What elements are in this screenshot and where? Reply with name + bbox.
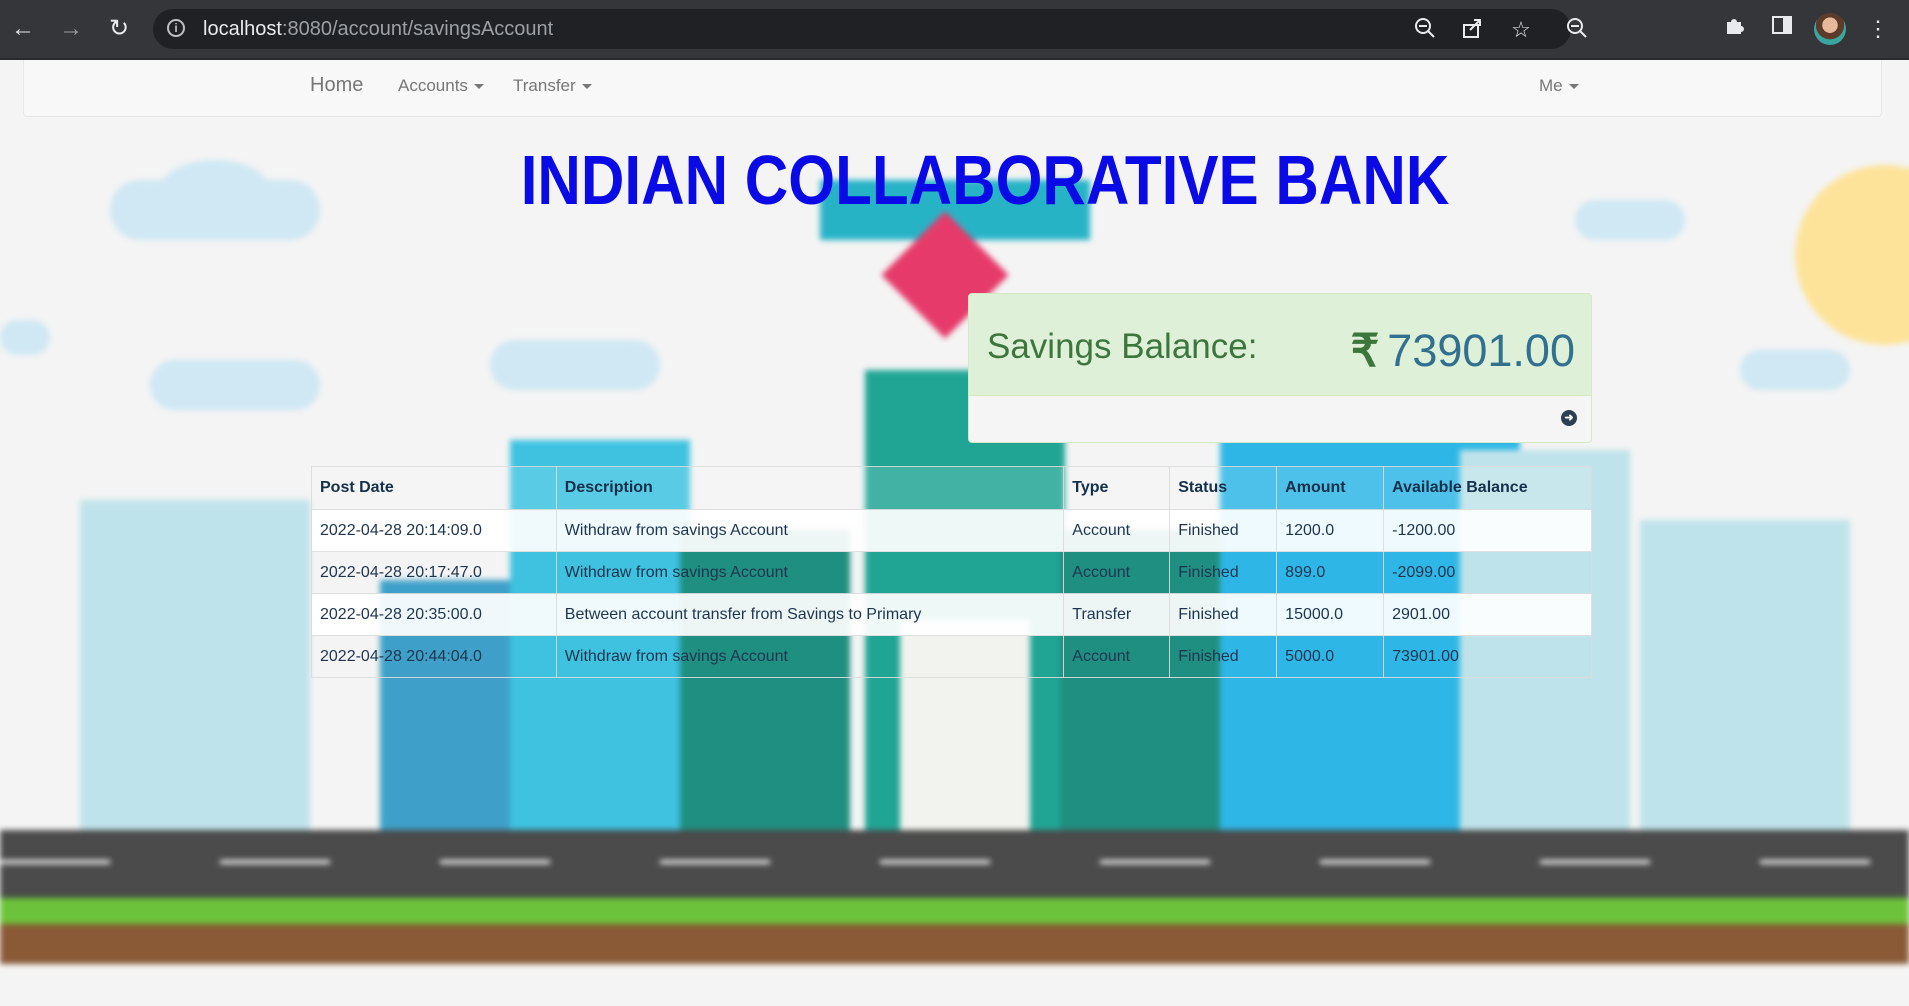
caret-down-icon xyxy=(473,84,484,90)
nav-home[interactable]: Home xyxy=(310,74,363,97)
balance-amount: ₹73901.00 xyxy=(1351,324,1575,377)
cell-post-date: 2022-04-28 20:17:47.0 xyxy=(311,551,557,594)
caret-down-icon xyxy=(1568,84,1579,90)
url-path: :8080/account/savingsAccount xyxy=(281,18,554,40)
cell-post-date: 2022-04-28 20:14:09.0 xyxy=(311,509,557,552)
cell-type: Account xyxy=(1063,635,1171,678)
back-icon[interactable]: ← xyxy=(8,14,38,44)
cell-available-balance: -2099.00 xyxy=(1383,551,1592,594)
cell-amount: 5000.0 xyxy=(1276,635,1385,678)
nav-transfer-dropdown[interactable]: Transfer xyxy=(513,76,592,96)
table-row: 2022-04-28 20:35:00.0 Between account tr… xyxy=(311,593,1592,636)
nav-me-label: Me xyxy=(1539,76,1563,95)
zoom-icon[interactable] xyxy=(1412,17,1438,43)
panel-footer: ➜ xyxy=(1561,410,1577,426)
balance-value: 73901.00 xyxy=(1387,325,1575,376)
column-header[interactable]: Amount xyxy=(1276,466,1385,510)
cell-available-balance: -1200.00 xyxy=(1383,509,1592,552)
share-icon[interactable] xyxy=(1460,17,1486,43)
cell-description: Withdraw from savings Account xyxy=(555,509,1065,552)
column-header[interactable]: Status xyxy=(1169,466,1278,510)
top-navbar: Home Accounts Transfer Me xyxy=(23,60,1882,117)
page-content: Home Accounts Transfer Me INDIAN COLLABO… xyxy=(0,60,1909,1006)
reload-icon[interactable]: ↻ xyxy=(104,14,134,44)
cell-status: Finished xyxy=(1169,635,1278,678)
column-header[interactable]: Available Balance xyxy=(1383,466,1592,510)
nav-accounts-dropdown[interactable]: Accounts xyxy=(398,76,484,96)
zoom-out-icon[interactable] xyxy=(1564,17,1590,43)
table-row: 2022-04-28 20:14:09.0 Withdraw from savi… xyxy=(311,509,1592,552)
nav-me-dropdown[interactable]: Me xyxy=(1539,76,1579,96)
profile-avatar[interactable] xyxy=(1814,13,1846,45)
forward-icon[interactable]: → xyxy=(56,14,86,44)
address-bar[interactable]: i localhost:8080/account/savingsAccount … xyxy=(153,9,1587,49)
site-info-icon[interactable]: i xyxy=(167,19,185,37)
currency-symbol: ₹ xyxy=(1350,325,1380,376)
circle-arrow-right-icon[interactable]: ➜ xyxy=(1561,410,1577,426)
cell-description: Withdraw from savings Account xyxy=(555,551,1065,594)
cell-description: Between account transfer from Savings to… xyxy=(555,593,1065,636)
cell-amount: 899.0 xyxy=(1276,551,1385,594)
cell-available-balance: 2901.00 xyxy=(1383,593,1592,636)
page-title: INDIAN COLLABORATIVE BANK xyxy=(520,141,1450,219)
browser-toolbar: ← → ↻ i localhost:8080/account/savingsAc… xyxy=(0,0,1909,60)
url-host: localhost xyxy=(203,18,282,40)
puzzle-icon[interactable] xyxy=(1718,13,1750,45)
url-text[interactable]: localhost:8080/account/savingsAccount xyxy=(203,18,553,41)
column-header[interactable]: Type xyxy=(1063,466,1171,510)
transactions-table: Post Date Description Type Status Amount… xyxy=(311,466,1592,678)
cell-available-balance: 73901.00 xyxy=(1383,635,1592,678)
side-panel-icon[interactable] xyxy=(1766,13,1798,45)
cell-type: Account xyxy=(1063,509,1171,552)
cell-post-date: 2022-04-28 20:35:00.0 xyxy=(311,593,557,636)
cell-description: Withdraw from savings Account xyxy=(555,635,1065,678)
nav-transfer-label: Transfer xyxy=(513,76,576,95)
cell-post-date: 2022-04-28 20:44:04.0 xyxy=(311,635,557,678)
cell-amount: 15000.0 xyxy=(1276,593,1385,636)
column-header[interactable]: Post Date xyxy=(311,466,557,510)
table-row: 2022-04-28 20:17:47.0 Withdraw from savi… xyxy=(311,551,1592,594)
kebab-menu-icon[interactable]: ⋮ xyxy=(1862,13,1894,45)
panel-heading: Savings Balance: ₹73901.00 xyxy=(969,294,1591,396)
caret-down-icon xyxy=(581,84,592,90)
column-header[interactable]: Description xyxy=(555,466,1065,510)
star-icon[interactable]: ☆ xyxy=(1508,17,1534,43)
table-row: 2022-04-28 20:44:04.0 Withdraw from savi… xyxy=(311,635,1592,678)
cell-status: Finished xyxy=(1169,509,1278,552)
balance-label: Savings Balance: xyxy=(987,327,1258,366)
savings-balance-panel: Savings Balance: ₹73901.00 ➜ xyxy=(968,293,1592,443)
nav-accounts-label: Accounts xyxy=(398,76,468,95)
cell-type: Account xyxy=(1063,551,1171,594)
cell-status: Finished xyxy=(1169,593,1278,636)
cell-type: Transfer xyxy=(1063,593,1171,636)
table-header-row: Post Date Description Type Status Amount… xyxy=(311,466,1592,510)
cell-status: Finished xyxy=(1169,551,1278,594)
cell-amount: 1200.0 xyxy=(1276,509,1385,552)
